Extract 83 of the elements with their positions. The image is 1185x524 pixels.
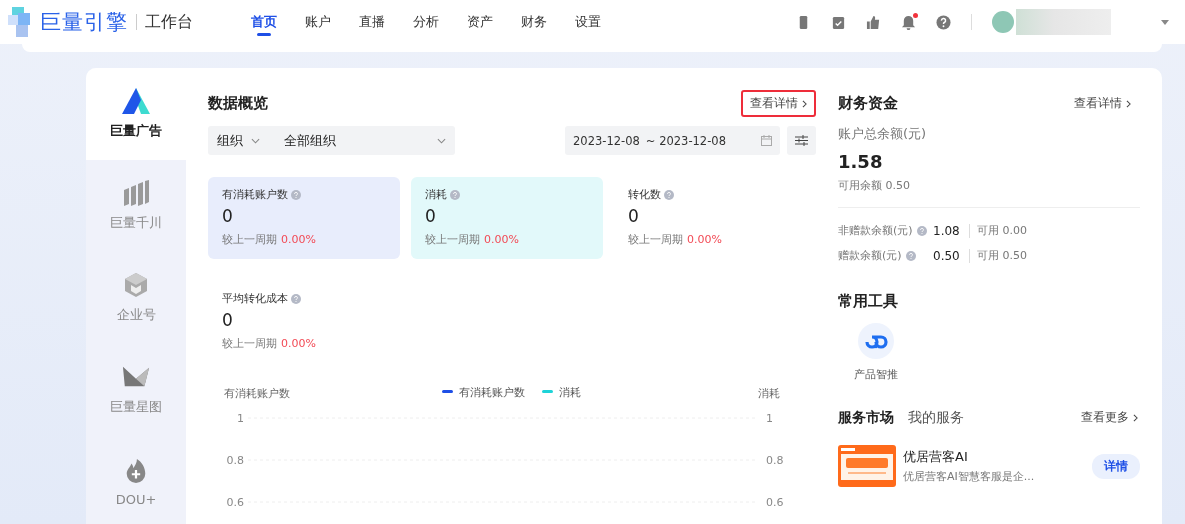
view-details-link[interactable]: 查看详情 bbox=[741, 90, 816, 117]
metric-value: 0 bbox=[425, 206, 437, 226]
help-icon bbox=[664, 189, 674, 200]
y-axis-title: 有消耗账户数 bbox=[224, 387, 290, 400]
service-name: 优居营客AI bbox=[903, 448, 969, 466]
available-balance: 可用 0.00 bbox=[977, 223, 1027, 238]
chevron-down-icon bbox=[251, 137, 260, 144]
change-value: 0.00% bbox=[484, 233, 519, 246]
legend-item: 有消耗账户数 bbox=[442, 386, 525, 399]
nav-tab[interactable]: 分析 bbox=[399, 0, 453, 44]
change-value: 0.00% bbox=[281, 337, 316, 350]
chevron-down-icon bbox=[437, 137, 446, 144]
legend-item: 消耗 bbox=[542, 386, 581, 399]
tool-shortcut[interactable]: 产品智推 bbox=[838, 323, 914, 382]
y-tick-label: 0.6 bbox=[766, 496, 784, 509]
section-title: 财务资金 bbox=[838, 94, 898, 113]
section-title: 数据概览 bbox=[208, 94, 268, 113]
comparison-label: 较上一周期 bbox=[222, 337, 277, 350]
brand-name: 巨量引擎 bbox=[40, 9, 128, 36]
sliders-icon bbox=[795, 135, 808, 146]
comparison-label: 较上一周期 bbox=[628, 233, 683, 246]
nav-tab[interactable]: 设置 bbox=[561, 0, 615, 44]
balance-label: 账户总余额(元) bbox=[838, 125, 928, 143]
comparison-label: 较上一周期 bbox=[425, 233, 480, 246]
thumbs-up-icon[interactable] bbox=[866, 14, 881, 30]
market-tab[interactable]: 我的服务 bbox=[908, 408, 964, 427]
triangle-logo-icon bbox=[122, 88, 150, 114]
nav-tab[interactable]: 财务 bbox=[507, 0, 561, 44]
help-icon bbox=[905, 250, 916, 261]
workspace-title: 工作台 bbox=[145, 11, 193, 33]
change-value: 0.00% bbox=[281, 233, 316, 246]
metric-label: 消耗 bbox=[425, 187, 447, 202]
organization-select[interactable]: 组织 全部组织 bbox=[208, 126, 455, 155]
nav-tab[interactable]: 直播 bbox=[345, 0, 399, 44]
y-tick-label: 0.6 bbox=[226, 496, 244, 509]
balance-value: 0.50 bbox=[933, 248, 970, 263]
chevron-right-icon bbox=[802, 99, 807, 108]
clipboard-check-icon[interactable] bbox=[831, 14, 846, 30]
section-title: 常用工具 bbox=[838, 292, 899, 311]
y-tick-label: 1 bbox=[766, 412, 773, 425]
help-icon bbox=[291, 293, 301, 304]
y-tick-label: 0.8 bbox=[766, 454, 784, 467]
balance-value: 1.58 bbox=[838, 151, 884, 172]
comparison-label: 较上一周期 bbox=[222, 233, 277, 246]
balance-label: 非赠款余额(元) bbox=[838, 223, 913, 238]
change-value: 0.00% bbox=[687, 233, 722, 246]
nav-tab[interactable]: 资产 bbox=[453, 0, 507, 44]
help-icon bbox=[916, 225, 927, 236]
calendar-icon bbox=[761, 135, 772, 146]
date-range-field[interactable]: 2023-12-08 ~ 2023-12-08 bbox=[565, 126, 780, 155]
y-axis-title: 消耗 bbox=[758, 387, 780, 400]
help-icon bbox=[291, 189, 301, 200]
y-tick-label: 0.8 bbox=[226, 454, 244, 467]
market-tab[interactable]: 服务市场 bbox=[838, 408, 894, 427]
balance-value: 1.08 bbox=[933, 223, 970, 238]
metric-label: 有消耗账户数 bbox=[222, 187, 288, 202]
help-icon[interactable] bbox=[936, 14, 951, 30]
cube-icon bbox=[122, 272, 150, 298]
details-button[interactable]: 详情 bbox=[1092, 453, 1140, 479]
metric-label: 转化数 bbox=[628, 187, 661, 202]
view-details-link[interactable]: 查看详情 bbox=[1065, 90, 1140, 117]
bell-icon[interactable] bbox=[901, 14, 916, 30]
legend-label: 有消耗账户数 bbox=[459, 386, 525, 399]
chevron-right-icon bbox=[1126, 99, 1131, 108]
balance-label: 赠款余额(元) bbox=[838, 248, 902, 263]
available-balance: 可用 0.50 bbox=[977, 248, 1027, 263]
sidebar-item[interactable]: 巨量广告 bbox=[86, 68, 186, 160]
y-tick-label: 1 bbox=[237, 412, 244, 425]
bars-icon bbox=[122, 180, 150, 206]
chevron-right-icon bbox=[1133, 413, 1138, 422]
metric-value: 0 bbox=[222, 310, 234, 330]
metric-value: 0 bbox=[222, 206, 234, 226]
nav-tab[interactable]: 账户 bbox=[291, 0, 345, 44]
help-icon bbox=[450, 189, 460, 200]
view-more-link[interactable]: 查看更多 bbox=[1072, 404, 1140, 431]
available-balance: 可用余额 0.50 bbox=[838, 178, 911, 193]
filter-settings-button[interactable] bbox=[787, 126, 816, 155]
metric-value: 0 bbox=[628, 206, 640, 226]
service-description: 优居营客AI智慧客服是企... bbox=[903, 469, 1035, 484]
legend-label: 消耗 bbox=[559, 386, 581, 399]
metric-label: 平均转化成本 bbox=[222, 291, 288, 306]
nav-tab[interactable]: 首页 bbox=[237, 0, 291, 44]
caret-down-icon[interactable] bbox=[1161, 19, 1169, 25]
